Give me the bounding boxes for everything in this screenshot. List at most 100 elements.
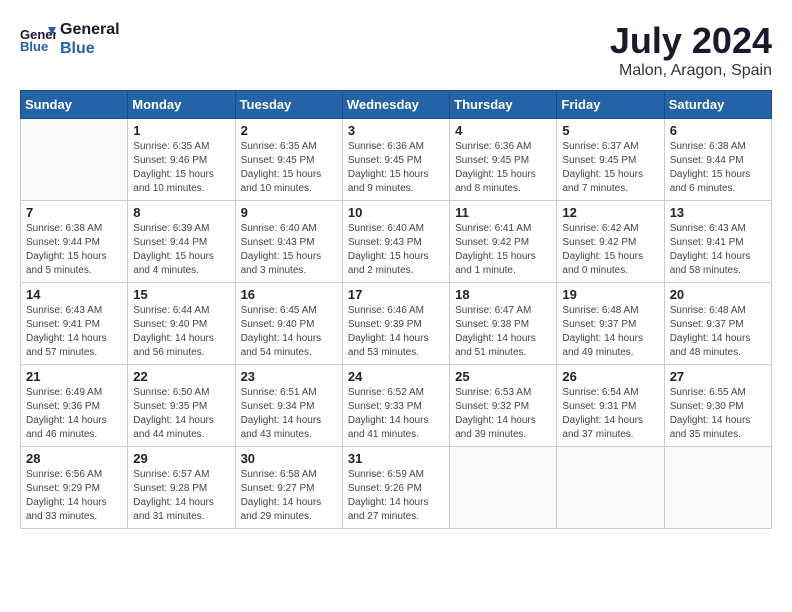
calendar-cell [557, 447, 664, 529]
day-info: Sunrise: 6:40 AMSunset: 9:43 PMDaylight:… [241, 222, 337, 278]
day-info: Sunrise: 6:36 AMSunset: 9:45 PMDaylight:… [455, 140, 551, 196]
day-info: Sunrise: 6:51 AMSunset: 9:34 PMDaylight:… [241, 386, 337, 442]
day-number: 13 [670, 205, 766, 220]
calendar-cell [450, 447, 557, 529]
day-number: 7 [26, 205, 122, 220]
day-info: Sunrise: 6:57 AMSunset: 9:28 PMDaylight:… [133, 468, 229, 524]
weekday-header: Wednesday [342, 91, 449, 119]
day-number: 28 [26, 451, 122, 466]
day-info: Sunrise: 6:59 AMSunset: 9:26 PMDaylight:… [348, 468, 444, 524]
calendar-cell: 13 Sunrise: 6:43 AMSunset: 9:41 PMDayligh… [664, 201, 771, 283]
day-number: 18 [455, 287, 551, 302]
calendar-cell: 31 Sunrise: 6:59 AMSunset: 9:26 PMDayligh… [342, 447, 449, 529]
day-info: Sunrise: 6:38 AMSunset: 9:44 PMDaylight:… [26, 222, 122, 278]
day-info: Sunrise: 6:43 AMSunset: 9:41 PMDaylight:… [670, 222, 766, 278]
day-info: Sunrise: 6:42 AMSunset: 9:42 PMDaylight:… [562, 222, 658, 278]
calendar-cell: 12 Sunrise: 6:42 AMSunset: 9:42 PMDayligh… [557, 201, 664, 283]
day-info: Sunrise: 6:48 AMSunset: 9:37 PMDaylight:… [562, 304, 658, 360]
day-number: 14 [26, 287, 122, 302]
calendar-cell: 4Sunrise: 6:36 AMSunset: 9:45 PMDaylight… [450, 119, 557, 201]
day-number: 9 [241, 205, 337, 220]
day-info: Sunrise: 6:56 AMSunset: 9:29 PMDaylight:… [26, 468, 122, 524]
day-number: 10 [348, 205, 444, 220]
logo-icon: General Blue [20, 25, 56, 53]
calendar-cell: 10 Sunrise: 6:40 AMSunset: 9:43 PMDayligh… [342, 201, 449, 283]
day-info: Sunrise: 6:53 AMSunset: 9:32 PMDaylight:… [455, 386, 551, 442]
day-info: Sunrise: 6:50 AMSunset: 9:35 PMDaylight:… [133, 386, 229, 442]
calendar-cell: 15 Sunrise: 6:44 AMSunset: 9:40 PMDayligh… [128, 283, 235, 365]
day-info: Sunrise: 6:40 AMSunset: 9:43 PMDaylight:… [348, 222, 444, 278]
day-info: Sunrise: 6:41 AMSunset: 9:42 PMDaylight:… [455, 222, 551, 278]
calendar-cell: 29 Sunrise: 6:57 AMSunset: 9:28 PMDayligh… [128, 447, 235, 529]
calendar-cell: 17 Sunrise: 6:46 AMSunset: 9:39 PMDayligh… [342, 283, 449, 365]
calendar-cell: 3 Sunrise: 6:36 AMSunset: 9:45 PMDaylight… [342, 119, 449, 201]
location-title: Malon, Aragon, Spain [610, 62, 772, 80]
logo-general: General [60, 20, 120, 39]
calendar-cell: 16 Sunrise: 6:45 AMSunset: 9:40 PMDayligh… [235, 283, 342, 365]
day-number: 30 [241, 451, 337, 466]
month-title: July 2024 [610, 20, 772, 62]
day-number: 16 [241, 287, 337, 302]
day-number: 1 [133, 123, 229, 138]
calendar-cell: 28 Sunrise: 6:56 AMSunset: 9:29 PMDayligh… [21, 447, 128, 529]
calendar-cell: 25 Sunrise: 6:53 AMSunset: 9:32 PMDayligh… [450, 365, 557, 447]
day-info: Sunrise: 6:36 AMSunset: 9:45 PMDaylight:… [348, 140, 444, 196]
calendar-cell: 26Sunrise: 6:54 AMSunset: 9:31 PMDayligh… [557, 365, 664, 447]
day-number: 17 [348, 287, 444, 302]
logo: General Blue General Blue [20, 20, 120, 58]
calendar-cell: 1 Sunrise: 6:35 AMSunset: 9:46 PMDaylight… [128, 119, 235, 201]
weekday-header: Saturday [664, 91, 771, 119]
day-info: Sunrise: 6:35 AMSunset: 9:45 PMDaylight:… [241, 140, 337, 196]
day-number: 25 [455, 369, 551, 384]
day-number: 19 [562, 287, 658, 302]
weekday-header: Monday [128, 91, 235, 119]
calendar-cell: 6Sunrise: 6:38 AMSunset: 9:44 PMDaylight… [664, 119, 771, 201]
calendar-cell: 18 Sunrise: 6:47 AMSunset: 9:38 PMDayligh… [450, 283, 557, 365]
day-info: Sunrise: 6:48 AMSunset: 9:37 PMDaylight:… [670, 304, 766, 360]
day-info: Sunrise: 6:44 AMSunset: 9:40 PMDaylight:… [133, 304, 229, 360]
day-info: Sunrise: 6:38 AMSunset: 9:44 PMDaylight:… [670, 140, 766, 196]
page-header: General Blue General Blue July 2024 Malo… [20, 20, 772, 80]
calendar-cell: 2Sunrise: 6:35 AMSunset: 9:45 PMDaylight… [235, 119, 342, 201]
day-info: Sunrise: 6:47 AMSunset: 9:38 PMDaylight:… [455, 304, 551, 360]
calendar-table: SundayMondayTuesdayWednesdayThursdayFrid… [20, 90, 772, 529]
day-number: 12 [562, 205, 658, 220]
day-number: 11 [455, 205, 551, 220]
calendar-cell: 5Sunrise: 6:37 AMSunset: 9:45 PMDaylight… [557, 119, 664, 201]
calendar-cell: 22Sunrise: 6:50 AMSunset: 9:35 PMDayligh… [128, 365, 235, 447]
calendar-week-row: 21Sunrise: 6:49 AMSunset: 9:36 PMDayligh… [21, 365, 772, 447]
calendar-cell: 21Sunrise: 6:49 AMSunset: 9:36 PMDayligh… [21, 365, 128, 447]
day-number: 21 [26, 369, 122, 384]
calendar-cell: 8 Sunrise: 6:39 AMSunset: 9:44 PMDaylight… [128, 201, 235, 283]
calendar-cell: 23 Sunrise: 6:51 AMSunset: 9:34 PMDayligh… [235, 365, 342, 447]
day-info: Sunrise: 6:35 AMSunset: 9:46 PMDaylight:… [133, 140, 229, 196]
day-number: 29 [133, 451, 229, 466]
weekday-header: Sunday [21, 91, 128, 119]
day-number: 3 [348, 123, 444, 138]
calendar-cell: 20 Sunrise: 6:48 AMSunset: 9:37 PMDayligh… [664, 283, 771, 365]
calendar-header-row: SundayMondayTuesdayWednesdayThursdayFrid… [21, 91, 772, 119]
calendar-cell: 11 Sunrise: 6:41 AMSunset: 9:42 PMDayligh… [450, 201, 557, 283]
day-info: Sunrise: 6:45 AMSunset: 9:40 PMDaylight:… [241, 304, 337, 360]
day-info: Sunrise: 6:39 AMSunset: 9:44 PMDaylight:… [133, 222, 229, 278]
day-info: Sunrise: 6:46 AMSunset: 9:39 PMDaylight:… [348, 304, 444, 360]
calendar-week-row: 1 Sunrise: 6:35 AMSunset: 9:46 PMDaylight… [21, 119, 772, 201]
day-number: 23 [241, 369, 337, 384]
calendar-cell: 27 Sunrise: 6:55 AMSunset: 9:30 PMDayligh… [664, 365, 771, 447]
day-number: 15 [133, 287, 229, 302]
calendar-cell [21, 119, 128, 201]
day-number: 20 [670, 287, 766, 302]
day-number: 31 [348, 451, 444, 466]
title-area: July 2024 Malon, Aragon, Spain [610, 20, 772, 80]
day-info: Sunrise: 6:52 AMSunset: 9:33 PMDaylight:… [348, 386, 444, 442]
calendar-cell: 14Sunrise: 6:43 AMSunset: 9:41 PMDayligh… [21, 283, 128, 365]
day-info: Sunrise: 6:58 AMSunset: 9:27 PMDaylight:… [241, 468, 337, 524]
day-number: 24 [348, 369, 444, 384]
day-number: 8 [133, 205, 229, 220]
calendar-cell [664, 447, 771, 529]
day-info: Sunrise: 6:55 AMSunset: 9:30 PMDaylight:… [670, 386, 766, 442]
calendar-cell: 30 Sunrise: 6:58 AMSunset: 9:27 PMDayligh… [235, 447, 342, 529]
day-number: 27 [670, 369, 766, 384]
calendar-week-row: 28 Sunrise: 6:56 AMSunset: 9:29 PMDayligh… [21, 447, 772, 529]
weekday-header: Friday [557, 91, 664, 119]
